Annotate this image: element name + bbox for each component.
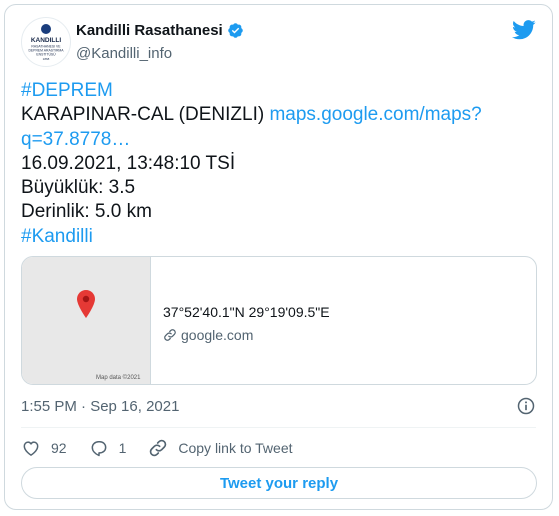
hashtag-deprem[interactable]: #DEPREM [21, 79, 521, 103]
reply-action[interactable]: 1 [89, 438, 127, 458]
map-credit: Map data ©2021 [96, 375, 141, 381]
reply-bubble-icon [91, 441, 106, 457]
card-domain-row: google.com [163, 327, 330, 343]
tweet-actions: 92 1 Copy link to Tweet [21, 435, 315, 461]
logo-text-4: ENSTITÜSÜ [36, 53, 56, 57]
info-icon[interactable] [516, 396, 536, 416]
map-link[interactable]: maps.google.com/maps? [269, 104, 481, 125]
tweet-depth: Derinlik: 5.0 km [21, 201, 152, 223]
verified-badge-icon [227, 23, 243, 38]
card-info: 37°52'40.1"N 29°19'09.5"E google.com [163, 304, 330, 343]
divider [21, 427, 536, 428]
copy-link-label: Copy link to Tweet [178, 440, 293, 456]
tweet-location: KARAPINAR-CAL (DENIZLI) [21, 104, 265, 126]
tweet-location-line: KARAPINAR-CAL (DENIZLI) maps.google.com/… [21, 103, 521, 127]
tweet-reply-button[interactable]: Tweet your reply [21, 467, 537, 499]
avatar[interactable]: KANDILLI RASATHANESI VE DEPREM ARASTIRMA… [21, 17, 71, 67]
tweet-timestamp[interactable]: 1:55 PM · Sep 16, 2021 [21, 398, 179, 415]
link-icon [150, 439, 167, 457]
tweet-meta-row: 1:55 PM · Sep 16, 2021 [21, 396, 536, 418]
card-domain: google.com [181, 327, 254, 343]
copy-link-button[interactable]: Copy link to Tweet [148, 438, 293, 458]
link-preview-card[interactable]: Map data ©2021 37°52'40.1"N 29°19'09.5"E… [21, 256, 537, 385]
like-count: 92 [51, 440, 67, 456]
logo-emblem [41, 24, 51, 34]
heart-icon [23, 441, 39, 456]
hashtag-kandilli[interactable]: #Kandilli [21, 225, 521, 249]
author-name-row[interactable]: Kandilli Rasathanesi [76, 22, 244, 39]
logo-text-5: 1868 [43, 57, 50, 61]
map-thumbnail[interactable]: Map data ©2021 [22, 257, 151, 384]
logo-text-1: KANDILLI [31, 37, 62, 44]
tweet-datetime: 16.09.2021, 13:48:10 TSİ [21, 152, 236, 174]
card-coordinates: 37°52'40.1"N 29°19'09.5"E [163, 304, 330, 320]
kandilli-logo: KANDILLI RASATHANESI VE DEPREM ARASTIRMA… [28, 24, 64, 61]
map-pin-icon [77, 290, 95, 318]
link-icon [164, 329, 176, 341]
reply-count: 1 [118, 440, 127, 456]
like-button[interactable]: 92 [21, 438, 67, 458]
twitter-bird-icon[interactable] [512, 19, 536, 41]
tweet-text: #DEPREM KARAPINAR-CAL (DENIZLI) maps.goo… [21, 79, 521, 249]
tweet-magnitude: Büyüklük: 3.5 [21, 177, 136, 199]
map-link-continued[interactable]: q=37.8778… [21, 128, 521, 152]
author-display-name[interactable]: Kandilli Rasathanesi [76, 22, 223, 39]
author-handle[interactable]: @Kandilli_info [76, 45, 172, 62]
tweet-card: KANDILLI RASATHANESI VE DEPREM ARASTIRMA… [4, 4, 553, 510]
